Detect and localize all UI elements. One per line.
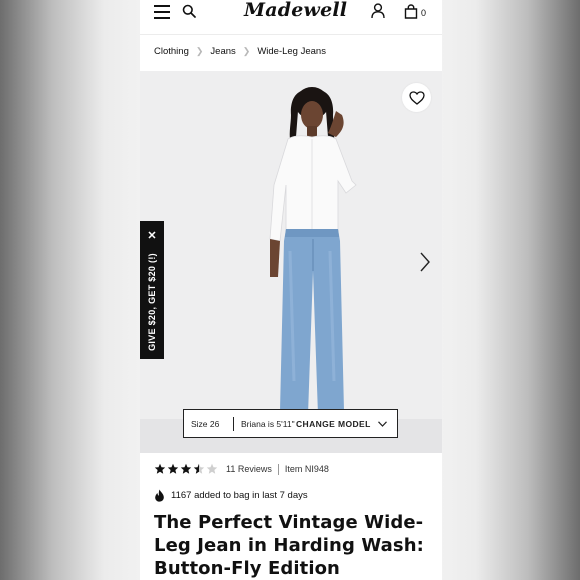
breadcrumb-jeans[interactable]: Jeans: [210, 46, 235, 57]
header-divider: [140, 34, 442, 35]
model-height: Briana is 5'11": [241, 418, 295, 429]
account-icon[interactable]: [371, 3, 385, 19]
product-page: Madewell 0 Clothing ❯ Jeans ❯ Wide-Leg J…: [140, 0, 442, 580]
brand-logo[interactable]: Madewell: [244, 0, 347, 23]
breadcrumb: Clothing ❯ Jeans ❯ Wide-Leg Jeans: [154, 46, 326, 57]
menu-icon[interactable]: [154, 5, 170, 19]
bag-count: 0: [421, 8, 427, 18]
breadcrumb-clothing[interactable]: Clothing: [154, 46, 189, 57]
star-empty-icon: [206, 463, 218, 474]
rating-row: 11 Reviews Item NI948: [154, 463, 329, 475]
chevron-right-icon: ❯: [195, 46, 204, 56]
site-header: Madewell 0: [140, 0, 442, 34]
breadcrumb-wide-leg-jeans[interactable]: Wide-Leg Jeans: [257, 46, 326, 57]
product-title: The Perfect Vintage Wide-Leg Jean in Har…: [154, 512, 424, 579]
model-size: Size 26: [191, 418, 220, 429]
heart-icon: [408, 90, 425, 105]
wishlist-button[interactable]: [402, 83, 431, 112]
star-full-icon: [180, 463, 192, 474]
reviews-link[interactable]: 11 Reviews: [226, 464, 272, 474]
next-image-icon[interactable]: [418, 251, 432, 273]
model-photo: [269, 87, 357, 421]
star-half-icon: [193, 463, 205, 474]
added-to-bag-text: 1167 added to bag in last 7 days: [171, 490, 308, 501]
shopping-bag-icon[interactable]: [404, 4, 418, 19]
change-model-label: CHANGE MODEL: [296, 418, 371, 429]
model-info-bar: Size 26 Briana is 5'11" CHANGE MODEL: [183, 409, 398, 438]
flame-icon: [155, 489, 164, 502]
star-rating[interactable]: [154, 463, 218, 475]
referral-promo-tab[interactable]: ✕ GIVE $20, GET $20 (!): [140, 221, 164, 359]
chevron-right-icon: ❯: [242, 46, 251, 56]
change-model-button[interactable]: CHANGE MODEL: [296, 419, 387, 429]
product-image[interactable]: [140, 71, 442, 453]
chevron-down-icon: [377, 420, 387, 427]
item-number: Item NI948: [284, 464, 329, 474]
social-proof: 1167 added to bag in last 7 days: [154, 489, 308, 502]
promo-label: GIVE $20, GET $20 (!): [147, 253, 157, 351]
divider: [277, 463, 279, 475]
star-full-icon: [154, 463, 166, 474]
close-icon[interactable]: ✕: [146, 230, 158, 242]
search-icon[interactable]: [182, 4, 196, 18]
star-full-icon: [167, 463, 179, 474]
